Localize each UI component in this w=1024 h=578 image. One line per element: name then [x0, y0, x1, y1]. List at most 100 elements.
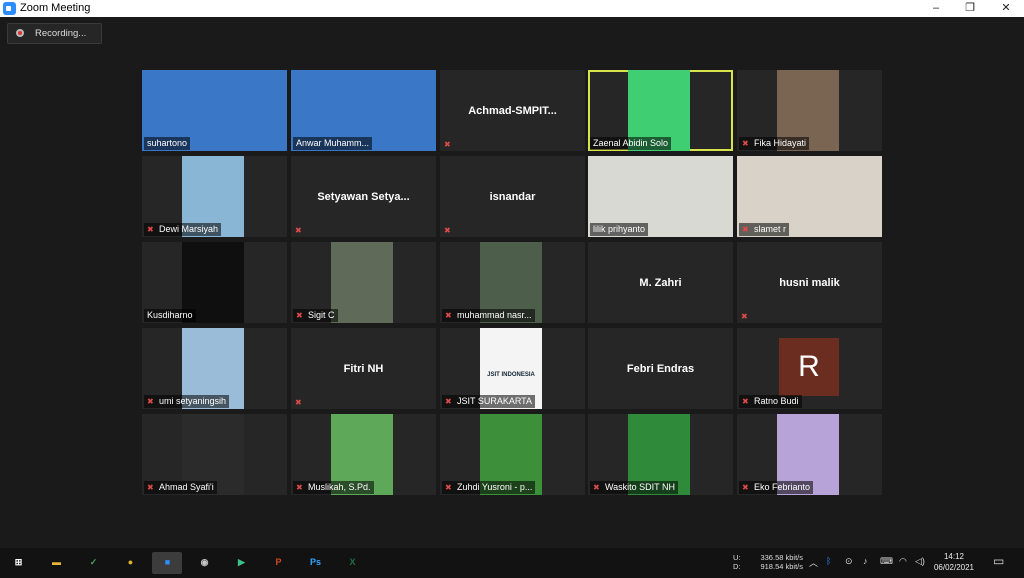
participant-name-tag: ✖ Dewi Marsiyah	[144, 223, 222, 236]
powerpoint-icon: P	[275, 557, 282, 567]
participant-name: husni malik	[779, 276, 840, 289]
muted-mic-icon: ✖	[444, 226, 451, 235]
microphone-icon[interactable]: ♪	[863, 556, 868, 566]
participant-name: lilik prihyanto	[593, 224, 646, 234]
participant-name-tag: ✖ Waskito SDIT NH	[590, 481, 679, 494]
network-labels: U: D:	[733, 553, 741, 571]
participant-name-tag: ✖ slamet r	[739, 223, 790, 236]
participant-tile[interactable]: ✖ Fika Hidayati	[737, 70, 882, 151]
participant-tile[interactable]: ✖ Ahmad Syafi'i	[142, 414, 287, 495]
device-icon[interactable]: ⊙	[845, 556, 853, 567]
participant-tile[interactable]: JSIT INDONESIA ✖ JSIT SURAKARTA	[440, 328, 585, 409]
muted-mic-icon: ✖	[445, 483, 452, 492]
participant-name-tag: ✖ Muslikah, S.Pd.	[293, 481, 374, 494]
app-green-taskbar-button[interactable]: ✓	[78, 552, 108, 574]
participant-name: M. Zahri	[639, 276, 682, 289]
chrome-taskbar-button[interactable]: ●	[115, 552, 145, 574]
participant-tile[interactable]: Fitri NH ✖	[291, 328, 436, 409]
excel-taskbar-button[interactable]: X	[337, 552, 367, 574]
participant-tile[interactable]: Febri Endras	[588, 328, 733, 409]
participant-tile[interactable]: ✖ Waskito SDIT NH	[588, 414, 733, 495]
participant-tile[interactable]: R ✖ Ratno Budi	[737, 328, 882, 409]
windows-start-taskbar-button[interactable]: ⊞	[3, 552, 33, 574]
muted-mic-icon: ✖	[742, 139, 749, 148]
participant-name: Eko Febrianto	[754, 482, 811, 492]
participant-name: suhartono	[147, 138, 188, 148]
windows-taskbar: ⊞ ▬ ✓ ● ■ ◉ ▶ P Ps X	[0, 548, 1024, 578]
app-green-icon: ✓	[89, 557, 98, 567]
close-button[interactable]: ✕	[989, 0, 1023, 17]
recording-indicator[interactable]: Recording...	[7, 23, 102, 44]
participant-tile[interactable]: Kusdiharno	[142, 242, 287, 323]
participant-tile[interactable]: suhartono	[142, 70, 287, 151]
zoom-icon: ■	[164, 557, 171, 567]
participant-tile[interactable]: ✖ Zuhdi Yusroni - p...	[440, 414, 585, 495]
minimize-button[interactable]: –	[919, 0, 953, 17]
participant-tile[interactable]: ✖ Muslikah, S.Pd.	[291, 414, 436, 495]
muted-mic-icon: ✖	[445, 397, 452, 406]
muted-mic-icon: ✖	[296, 311, 303, 320]
notification-icon[interactable]: ▭	[993, 554, 1004, 568]
obs-icon: ◉	[200, 557, 209, 567]
participant-name: JSIT SURAKARTA	[457, 396, 533, 406]
obs-taskbar-button[interactable]: ◉	[189, 552, 219, 574]
network-speed: 336.58 kbit/s 918.54 kbit/s	[755, 553, 803, 571]
participant-name: Anwar Muhamm...	[296, 138, 370, 148]
muted-mic-icon: ✖	[742, 397, 749, 406]
participant-tile[interactable]: lilik prihyanto	[588, 156, 733, 237]
file-explorer-taskbar-button[interactable]: ▬	[41, 552, 71, 574]
muted-mic-icon: ✖	[445, 311, 452, 320]
zoom-logo-icon	[3, 2, 16, 15]
video-feed	[331, 242, 393, 323]
muted-mic-icon: ✖	[295, 226, 302, 235]
participant-tile[interactable]: ✖ Eko Febrianto	[737, 414, 882, 495]
participant-name: Kusdiharno	[147, 310, 193, 320]
participant-tile[interactable]: Zaenal Abidin Solo	[588, 70, 733, 151]
muted-mic-icon: ✖	[741, 312, 748, 321]
participant-tile[interactable]: M. Zahri	[588, 242, 733, 323]
participant-tile[interactable]: ✖ Dewi Marsiyah	[142, 156, 287, 237]
keyboard-icon[interactable]: ⌨	[880, 556, 893, 567]
bluetooth-icon[interactable]: ᛒ	[826, 556, 831, 566]
muted-mic-icon: ✖	[295, 398, 302, 407]
participant-name-tag: ✖ Ratno Budi	[739, 395, 802, 408]
participant-tile[interactable]: husni malik ✖	[737, 242, 882, 323]
participant-name-tag: Kusdiharno	[144, 309, 196, 322]
participant-tile[interactable]: Anwar Muhamm...	[291, 70, 436, 151]
participant-tile[interactable]: ✖ umi setyaningsih	[142, 328, 287, 409]
participant-tile[interactable]: ✖ muhammad nasr...	[440, 242, 585, 323]
app-arrow-taskbar-button[interactable]: ▶	[226, 552, 256, 574]
photoshop-taskbar-button[interactable]: Ps	[300, 552, 330, 574]
show-hidden-icons[interactable]: ︿	[809, 556, 818, 569]
muted-mic-icon: ✖	[147, 397, 154, 406]
participant-tile[interactable]: ✖ slamet r	[737, 156, 882, 237]
participant-name-tag: Zaenal Abidin Solo	[590, 137, 672, 150]
participant-name-tag: ✖ Zuhdi Yusroni - p...	[442, 481, 536, 494]
system-clock[interactable]: 14:12 06/02/2021	[926, 551, 982, 573]
powerpoint-taskbar-button[interactable]: P	[263, 552, 293, 574]
participant-tile[interactable]: ✖ Sigit C	[291, 242, 436, 323]
participant-name-tag: ✖ Ahmad Syafi'i	[144, 481, 217, 494]
participant-name: Ahmad Syafi'i	[159, 482, 214, 492]
download-speed: 918.54 kbit/s	[760, 562, 803, 571]
participant-tile[interactable]: Setyawan Setya... ✖	[291, 156, 436, 237]
zoom-taskbar-button[interactable]: ■	[152, 552, 182, 574]
participant-name: Zaenal Abidin Solo	[593, 138, 669, 148]
muted-mic-icon: ✖	[147, 225, 154, 234]
participant-name: Muslikah, S.Pd.	[308, 482, 371, 492]
excel-icon: X	[349, 557, 356, 567]
title-bar: Zoom Meeting – ❐ ✕	[0, 0, 1024, 17]
participant-name: slamet r	[754, 224, 787, 234]
record-icon	[16, 29, 24, 37]
volume-icon[interactable]: ◁)	[915, 556, 925, 567]
wifi-icon[interactable]: ◠	[899, 556, 907, 567]
participant-name: isnandar	[489, 190, 536, 203]
participant-tile[interactable]: isnandar ✖	[440, 156, 585, 237]
participant-name: Fika Hidayati	[754, 138, 807, 148]
participant-name: Waskito SDIT NH	[605, 482, 676, 492]
app-arrow-icon: ▶	[238, 557, 245, 567]
participant-tile[interactable]: Achmad-SMPIT... ✖	[440, 70, 585, 151]
upload-speed: 336.58 kbit/s	[760, 553, 803, 562]
restore-button[interactable]: ❐	[953, 0, 987, 17]
participant-name-tag: suhartono	[144, 137, 191, 150]
